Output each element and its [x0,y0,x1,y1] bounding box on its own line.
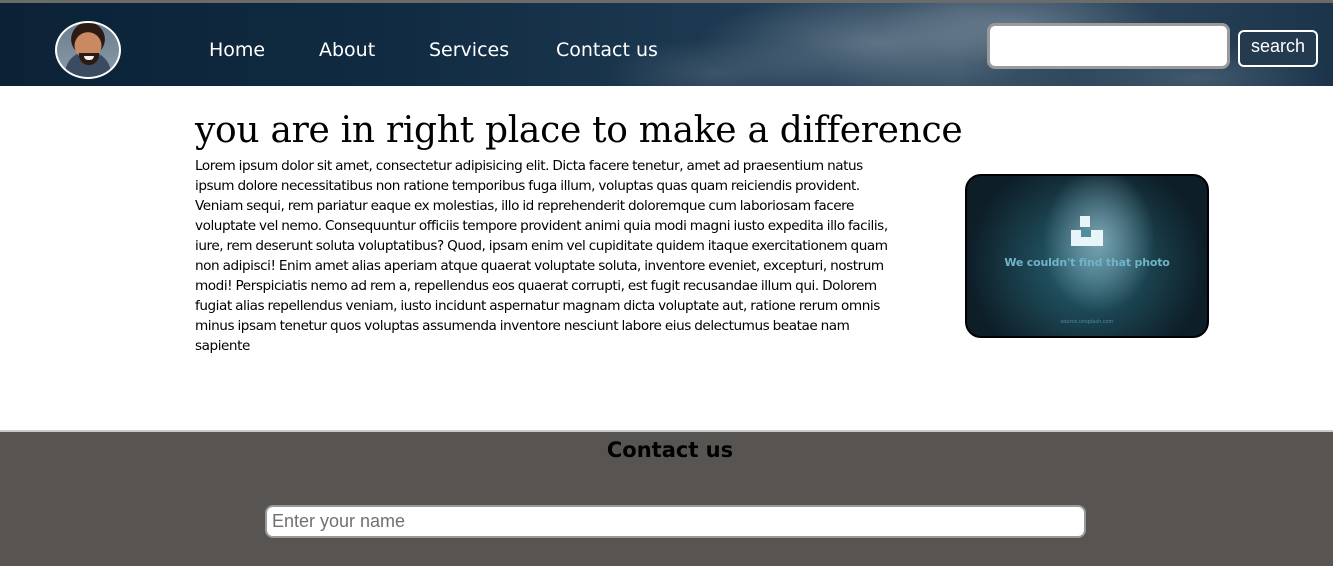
photo-card: We couldn't find that photo source.unspl… [965,174,1209,338]
unsplash-logo-icon [1071,216,1103,248]
intro-paragraph: Lorem ipsum dolor sit amet, consectetur … [195,158,888,354]
search-input[interactable] [987,23,1230,69]
nav-contact-link[interactable]: Contact us [556,39,658,61]
nav-home-link[interactable]: Home [209,39,265,61]
contact-section: Contact us [0,430,1333,566]
nav-services-link[interactable]: Services [429,39,509,61]
profile-avatar[interactable] [55,21,121,79]
site-header: Home About Services Contact us search [0,0,1333,86]
nav-about-link[interactable]: About [319,39,375,61]
page-title: you are in right place to make a differe… [195,110,963,151]
search-button[interactable]: search [1238,30,1318,67]
name-input[interactable] [265,505,1086,538]
photo-error-caption: We couldn't find that photo [1004,256,1170,269]
contact-title: Contact us [606,438,734,462]
photo-source-text: source.unsplash.com [1060,319,1114,325]
